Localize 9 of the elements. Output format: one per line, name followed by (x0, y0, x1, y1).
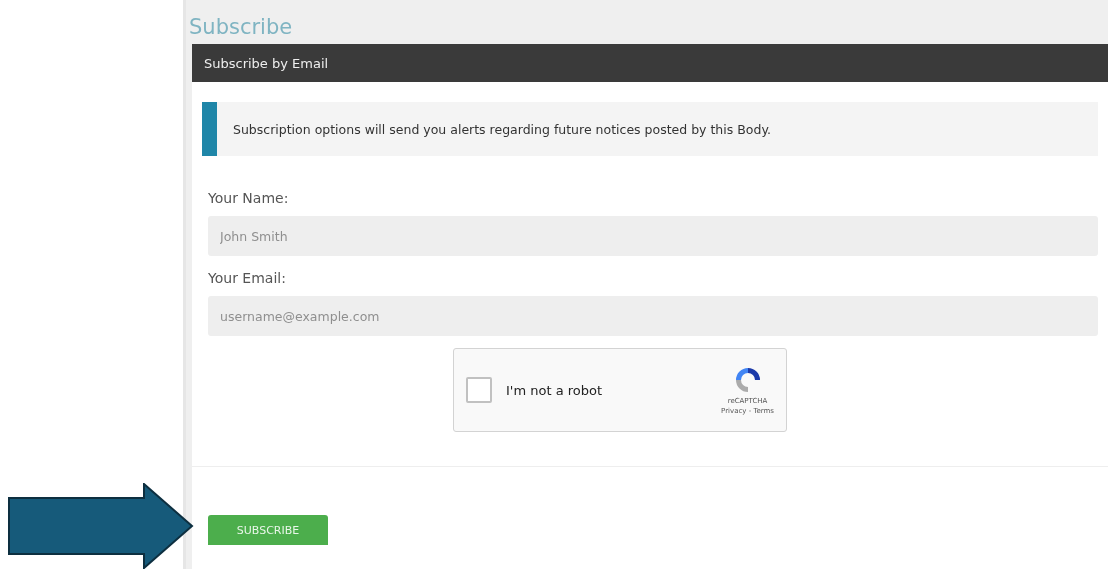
info-notice: Subscription options will send you alerts regarding future notices posted by this Body. (202, 102, 1098, 156)
panel-heading: Subscribe by Email (204, 55, 329, 71)
captcha-checkbox[interactable] (466, 377, 492, 403)
field-label: Your Name: (208, 190, 289, 206)
input-field[interactable]: John Smith (208, 216, 1098, 256)
page-title: Subscribe (188, 14, 293, 41)
field-label: Your Email: (208, 270, 286, 286)
input-field[interactable]: username@example.com (208, 296, 1098, 336)
captcha-label: I'm not a robot (506, 382, 604, 398)
